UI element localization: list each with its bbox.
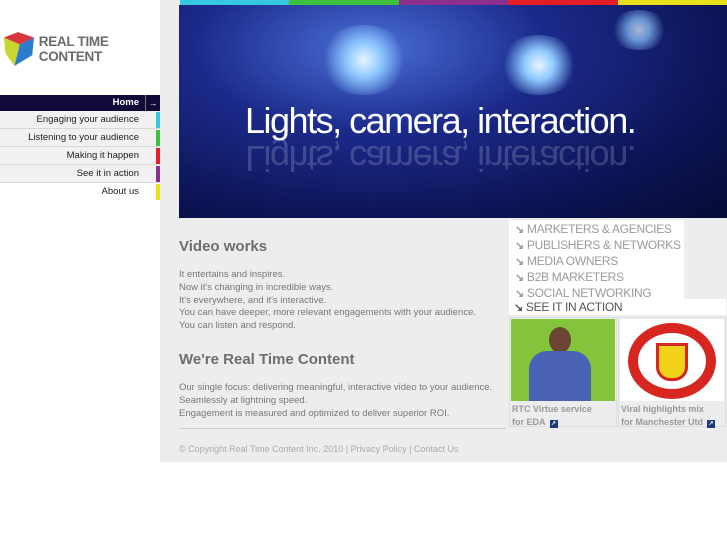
privacy-link[interactable]: Privacy Policy [351, 444, 407, 454]
arrow-right-icon: → [145, 95, 160, 111]
external-link-icon: ↗ [707, 420, 716, 428]
main-content: Video works It entertains and inspires. … [179, 238, 499, 420]
market-label: PUBLISHERS & NETWORKS [526, 238, 681, 252]
text-line: You can have deeper, more relevant engag… [179, 307, 476, 319]
nav-label: About us [101, 186, 140, 197]
market-label: MEDIA OWNERS [526, 254, 618, 268]
video-thumbnail [511, 319, 615, 401]
color-marker [156, 184, 160, 200]
market-label: B2B MARKETERS [526, 270, 624, 284]
nav-see-it[interactable]: See it in action [0, 165, 160, 183]
hero-tagline: Lights, camera, interaction. [245, 100, 637, 141]
nav-making[interactable]: Making it happen [0, 147, 160, 165]
card-title: RTC Virtue service [512, 404, 592, 414]
nav-about[interactable]: About us [0, 183, 160, 201]
main-nav: Home → Engaging your audience Listening t… [0, 95, 160, 201]
arrow-down-right-icon: ↘ [515, 224, 524, 236]
color-marker [156, 166, 160, 182]
spotlight [609, 10, 669, 50]
section-label: SEE IT IN ACTION [525, 300, 623, 314]
intro-paragraph: It entertains and inspires. Now it's cha… [179, 269, 499, 333]
arrow-down-right-icon: ↘ [515, 256, 524, 268]
market-links: ↘ MARKETERS & AGENCIES ↘ PUBLISHERS & NETW… [509, 220, 684, 304]
card-title: for EDA [512, 417, 546, 427]
card-title: Viral highlights mix [621, 404, 704, 414]
nav-label: Listening to your audience [28, 132, 139, 143]
arrow-down-right-icon: ↘ [515, 272, 524, 284]
focus-paragraph: Our single focus: delivering meaningful,… [179, 382, 499, 420]
card-title: for Manchester Utd [621, 417, 704, 427]
text-line: Our single focus: delivering meaningful,… [179, 381, 493, 393]
contact-link[interactable]: Contact Us [414, 444, 459, 454]
nav-label: Home [112, 97, 139, 108]
video-thumbnail [620, 319, 724, 401]
divider [179, 428, 506, 429]
spotlight [499, 35, 579, 95]
nav-label: Engaging your audience [36, 114, 139, 125]
market-link[interactable]: ↘ B2B MARKETERS [515, 270, 684, 286]
copyright: © Copyright Real Time Content Inc. 2010 [179, 444, 344, 454]
color-marker [156, 112, 160, 128]
brand-name: REAL TIME CONTENT [38, 34, 109, 64]
nav-listening[interactable]: Listening to your audience [0, 129, 160, 147]
market-label: MARKETERS & AGENCIES [526, 222, 672, 236]
nav-label: Making it happen [66, 150, 139, 161]
nav-home[interactable]: Home → [0, 95, 160, 111]
text-line: It entertains and inspires. [179, 269, 286, 280]
cube-logo-icon [3, 32, 34, 66]
heading-video-works: Video works [179, 238, 268, 255]
arrow-down-right-icon: ↘ [515, 240, 524, 252]
heading-were-rtc: We're Real Time Content [179, 350, 355, 368]
footer: © Copyright Real Time Content Inc. 2010 … [179, 444, 459, 454]
video-card-manutd[interactable]: Viral highlights mix for Manchester Utd ↗ [618, 317, 726, 428]
video-card-eda[interactable]: RTC Virtue service for EDA ↗ [509, 317, 617, 428]
market-link[interactable]: ↘ MARKETERS & AGENCIES [515, 222, 684, 238]
market-label: SOCIAL NETWORKING [526, 286, 652, 300]
hero-tagline-reflection: Lights, camera, interaction. [245, 138, 636, 179]
market-link[interactable]: ↘ MEDIA OWNERS [515, 254, 684, 270]
nav-engaging[interactable]: Engaging your audience [0, 111, 160, 129]
nav-label: See it in action [76, 168, 139, 179]
text-line: Seamlessly at lightning speed. [179, 394, 308, 406]
text-line: You can listen and respond. [179, 320, 296, 332]
text-line: Engagement is measured and optimized to … [179, 407, 450, 419]
text-line: It's everywhere, and it's interactive. [179, 294, 327, 306]
external-link-icon: ↗ [549, 420, 558, 428]
see-it-in-action-link[interactable]: ↘ SEE IT IN ACTION [509, 299, 726, 315]
logo[interactable]: REAL TIME CONTENT [2, 28, 160, 70]
sidebar: REAL TIME CONTENT Home → Engaging your au… [0, 0, 160, 462]
color-marker [156, 130, 160, 146]
hero-banner: Lights, camera, interaction. Lights, cam… [179, 5, 727, 218]
text-line: Now it's changing in incredible ways. [179, 281, 334, 293]
color-marker [156, 148, 160, 164]
market-link[interactable]: ↘ PUBLISHERS & NETWORKS [515, 238, 684, 254]
arrow-down-right-icon: ↘ [514, 302, 523, 314]
spotlight [319, 25, 409, 95]
